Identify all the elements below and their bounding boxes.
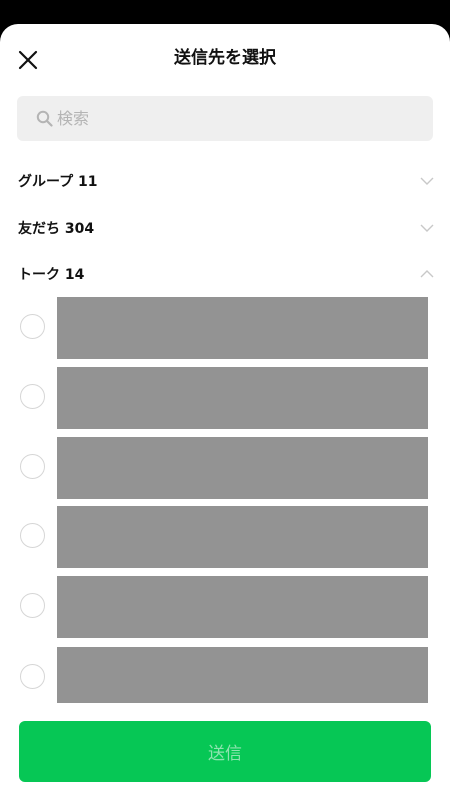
send-button[interactable]: 送信 [19,721,431,782]
redacted-content [57,647,428,703]
select-radio[interactable] [20,454,45,479]
chevron-up-icon [420,270,434,278]
section-label-groups: グループ 11 [18,174,98,190]
redacted-content [57,576,428,638]
header: 送信先を選択 [0,24,450,94]
page-title: 送信先を選択 [174,48,276,68]
section-talks[interactable]: トーク 14 [18,259,434,289]
select-radio[interactable] [20,314,45,339]
list-item[interactable] [0,647,450,703]
chevron-down-icon [420,177,434,185]
section-groups[interactable]: グループ 11 [18,166,434,196]
redacted-content [57,297,428,359]
select-radio[interactable] [20,593,45,618]
search-input[interactable] [57,109,397,128]
section-label-friends: 友だち 304 [18,221,95,237]
search-bar[interactable] [17,96,433,141]
chevron-down-icon [420,224,434,232]
list-item[interactable] [0,437,450,499]
redacted-content [57,506,428,568]
select-radio[interactable] [20,384,45,409]
list-item[interactable] [0,506,450,568]
search-icon [36,110,53,127]
redacted-content [57,437,428,499]
list-item[interactable] [0,576,450,638]
select-radio[interactable] [20,523,45,548]
select-radio[interactable] [20,664,45,689]
section-label-talks: トーク 14 [18,267,85,283]
list-item[interactable] [0,297,450,359]
section-friends[interactable]: 友だち 304 [18,213,434,243]
list-item[interactable] [0,367,450,429]
redacted-content [57,367,428,429]
share-sheet: 送信先を選択 グループ 11 友だち 304 トーク 14 [0,24,450,800]
